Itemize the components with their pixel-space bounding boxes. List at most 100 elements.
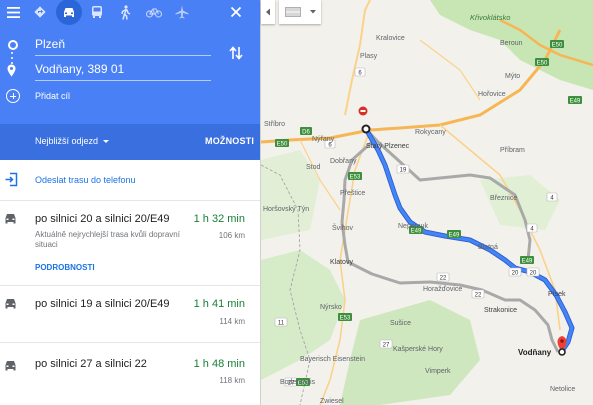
road-shield: 22: [440, 276, 447, 282]
route-option[interactable]: po silnici 19 a silnici 20/E49 1 h 41 mi…: [0, 285, 260, 343]
route-note: Aktuálně nejrychlejší trasa kvůli doprav…: [35, 230, 180, 249]
route-connector: [11, 52, 13, 54]
road-shield: E50: [537, 61, 548, 67]
layers-button[interactable]: [279, 0, 321, 24]
mode-bicycle-button[interactable]: [142, 0, 166, 24]
transit-icon: [92, 6, 102, 18]
route-distance: 114 km: [219, 317, 245, 326]
place-label: Horažďovice: [423, 286, 462, 293]
place-label: Blatná: [478, 244, 498, 251]
place-label: Strakonice: [484, 307, 517, 314]
place-label: Horšovský Týn: [263, 206, 309, 213]
place-label: Bayerisch Eisenstein: [300, 356, 365, 363]
route-details-link[interactable]: PODROBNOSTI: [35, 263, 95, 272]
road-shield: 27: [383, 343, 390, 349]
road-shield: 19: [400, 168, 407, 174]
directions-icon: [34, 6, 46, 18]
forest-area: [480, 175, 560, 230]
hamburger-icon: [6, 6, 20, 18]
road-shield: E49: [522, 259, 533, 265]
place-label: Starý Plzenec: [366, 143, 410, 150]
swap-icon: [229, 46, 243, 60]
road-shield: 20: [530, 271, 537, 277]
origin-marker: [361, 124, 371, 134]
route-option[interactable]: po silnici 20 a silnici 20/E49 1 h 32 mi…: [0, 200, 260, 286]
place-label: Mýto: [505, 73, 520, 80]
menu-button[interactable]: [1, 0, 25, 24]
car-icon: [5, 299, 16, 309]
chevron-down-icon: [103, 140, 109, 143]
mode-flight-button[interactable]: [170, 0, 194, 24]
route-name: po silnici 19 a silnici 20/E49: [35, 298, 170, 310]
mode-walk-button[interactable]: [113, 0, 137, 24]
place-label: Nýřany: [312, 136, 335, 143]
destination-marker: [558, 348, 566, 356]
place-label: Beroun: [500, 40, 523, 47]
route-distance: 106 km: [218, 231, 245, 240]
origin-dot-icon: [8, 40, 18, 50]
road-shield: E53: [350, 175, 361, 181]
destination-pin-icon: [7, 64, 16, 77]
place-label: Přeštice: [340, 190, 365, 197]
chevron-left-icon: [266, 8, 270, 16]
place-label: Písek: [548, 291, 566, 298]
road-shield: E50: [552, 43, 563, 49]
place-label: Klatovy: [330, 259, 353, 266]
place-label: Bodenmais: [280, 379, 316, 386]
road-shield: 20: [512, 271, 519, 277]
bicycle-icon: [146, 8, 162, 18]
route-name: po silnici 20 a silnici 20/E49: [35, 213, 170, 225]
destination-input[interactable]: Vodňany, 389 01: [35, 60, 211, 81]
road-closure-bar: [360, 110, 366, 112]
flight-icon: [175, 5, 189, 19]
place-label: Sušice: [390, 320, 411, 327]
map-canvas[interactable]: 6 E50 D6 6 E50 19 E53 E49 E49 4 20 22 20…: [261, 0, 593, 405]
route-duration: 1 h 48 min: [193, 358, 245, 370]
options-button[interactable]: MOŽNOSTI: [205, 136, 254, 146]
travel-mode-bar: [0, 0, 260, 25]
place-label: Stod: [306, 164, 321, 171]
place-label: Rokycany: [415, 129, 446, 136]
origin-input[interactable]: Plzeň: [35, 35, 211, 56]
mode-car-button[interactable]: [56, 0, 82, 25]
place-label: Nýrsko: [320, 304, 342, 311]
swap-button[interactable]: [229, 45, 243, 66]
road-shield: D6: [302, 130, 310, 136]
place-label: Kralovice: [376, 35, 405, 42]
place-label: Křivoklátsko: [470, 13, 510, 22]
directions-panel: Plzeň Vodňany, 389 01 Přidat cíl Nejbliž…: [0, 0, 261, 405]
place-label: Kašperské Hory: [393, 346, 443, 353]
close-button[interactable]: [224, 0, 248, 24]
road-shield: 11: [278, 321, 285, 327]
route-duration: 1 h 41 min: [193, 298, 245, 310]
chevron-down-icon: [310, 10, 316, 14]
destination-pin-dot: [560, 339, 564, 343]
route-distance: 118 km: [219, 376, 245, 385]
directions-header: Plzeň Vodňany, 389 01 Přidat cíl Nejbliž…: [0, 0, 260, 160]
send-to-phone-icon: [5, 172, 18, 187]
place-label: Příbram: [500, 147, 525, 154]
depart-time-dropdown[interactable]: Nejbližší odjezd: [35, 136, 98, 146]
layers-icon: [285, 7, 301, 17]
route-option[interactable]: po silnici 27 a silnici 22 1 h 48 min 11…: [0, 342, 260, 405]
add-stop-icon[interactable]: [6, 89, 20, 103]
walk-icon: [121, 4, 131, 20]
place-label: Březnice: [490, 195, 517, 202]
send-to-phone-link[interactable]: Odeslat trasu do telefonu: [35, 175, 136, 185]
road-shield: 22: [475, 293, 482, 299]
car-icon: [5, 214, 16, 224]
mode-best-button[interactable]: [28, 0, 52, 24]
place-label: Hořovice: [478, 91, 506, 98]
road-shield: E50: [277, 142, 288, 148]
collapse-panel-button[interactable]: [261, 0, 275, 24]
road-minor: [419, 39, 481, 101]
map-svg: 6 E50 D6 6 E50 19 E53 E49 E49 4 20 22 20…: [261, 0, 593, 405]
place-label: Švihov: [332, 223, 354, 232]
road-shield: E49: [570, 99, 581, 105]
place-label: Stříbro: [264, 121, 285, 128]
mode-transit-button[interactable]: [85, 0, 109, 24]
add-stop-button[interactable]: Přidat cíl: [35, 91, 70, 101]
road-shield: E49: [449, 233, 460, 239]
car-icon: [5, 361, 16, 371]
route-duration: 1 h 32 min: [193, 213, 245, 225]
